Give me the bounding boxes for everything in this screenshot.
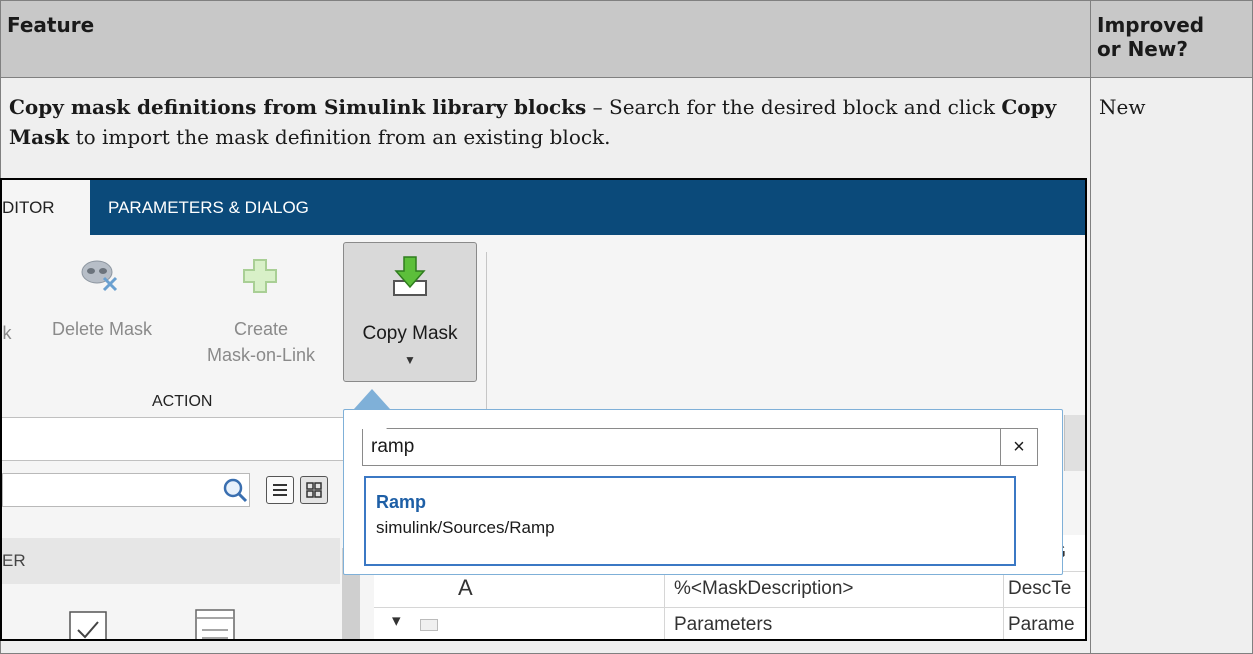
copy-mask-button[interactable]: Copy Mask ▼	[343, 242, 477, 382]
palette-section-header: ER	[2, 538, 340, 584]
delete-mask-button[interactable]: Delete Mask	[32, 258, 172, 368]
status-cell: New	[1090, 77, 1253, 654]
palette-toolbar	[2, 465, 372, 517]
partial-button-label: k	[2, 323, 12, 343]
clear-search-button[interactable]: ×	[1000, 429, 1037, 465]
feature-description: Copy mask definitions from Simulink libr…	[9, 92, 1084, 152]
table-row[interactable]: ▾ Parameters Parame	[374, 607, 1085, 639]
ribbon-tab-bar: DITOR PARAMETERS & DIALOG	[2, 180, 1085, 235]
plus-icon	[243, 259, 277, 293]
copy-mask-label: Copy Mask	[362, 323, 458, 344]
description-part1: – Search for the desired block and click	[586, 95, 1002, 119]
status-header: Improved or New?	[1097, 13, 1204, 61]
description-part2: to import the mask definition from an ex…	[69, 125, 611, 149]
feature-title: Copy mask definitions from Simulink libr…	[9, 95, 587, 119]
result-block-name: Ramp	[376, 492, 427, 512]
folder-icon	[420, 619, 438, 631]
list-view-icon[interactable]	[266, 476, 294, 504]
status-header-line1: Improved	[1097, 13, 1205, 37]
mask-editor-screenshot: DITOR PARAMETERS & DIALOG k Delete Mask …	[0, 178, 1087, 641]
copy-mask-popup: ramp × Ramp simulink/Sources/Ramp	[343, 409, 1063, 575]
block-search-value: ramp	[371, 436, 415, 457]
tab-parameters-dialog[interactable]: PARAMETERS & DIALOG	[108, 180, 309, 235]
chevron-down-icon: ▼	[404, 353, 416, 367]
block-search-input[interactable]: ramp ×	[362, 428, 1038, 466]
status-header-cell: Improved or New?	[1090, 0, 1253, 78]
status-header-line2: or New?	[1097, 37, 1188, 61]
status-value: New	[1099, 95, 1146, 119]
popup-pointer	[354, 389, 390, 409]
table-row[interactable]: A %<MaskDescription> DescTe	[374, 571, 1085, 608]
create-mask-on-link-button[interactable]: Create Mask-on-Link	[186, 258, 336, 388]
expand-chevron-icon[interactable]: ▾	[392, 611, 401, 631]
result-block-path: simulink/Sources/Ramp	[376, 518, 555, 537]
feature-header: Feature	[7, 13, 95, 37]
grid-view-icon[interactable]	[300, 476, 328, 504]
create-label-line2: Mask-on-Link	[206, 345, 316, 365]
toolstrip-separator	[486, 252, 487, 410]
feature-header-cell: Feature	[0, 0, 1091, 78]
palette-section-label: ER	[2, 551, 26, 570]
dialog-pane-edge	[1064, 415, 1085, 471]
create-label-line1: Create	[233, 319, 289, 339]
download-arrow-icon	[393, 256, 427, 296]
search-icon[interactable]	[222, 477, 248, 503]
action-group-label: ACTION	[152, 393, 213, 410]
popup-pointer-inner	[355, 411, 387, 429]
edit-control-icon[interactable]	[194, 608, 236, 641]
filter-field[interactable]	[2, 417, 352, 461]
text-control-icon: A	[458, 575, 473, 600]
release-notes-table: Feature Improved or New? Copy mask defin…	[0, 0, 1253, 654]
tab-mask-editor-label: DITOR	[2, 198, 55, 217]
search-result-item[interactable]: Ramp simulink/Sources/Ramp	[364, 476, 1016, 566]
checkbox-control-icon[interactable]	[68, 610, 108, 641]
tab-mask-editor[interactable]: DITOR	[2, 180, 90, 235]
delete-mask-label: Delete Mask	[51, 319, 153, 339]
palette-search-input[interactable]	[2, 473, 250, 507]
delete-mask-icon	[81, 260, 118, 292]
